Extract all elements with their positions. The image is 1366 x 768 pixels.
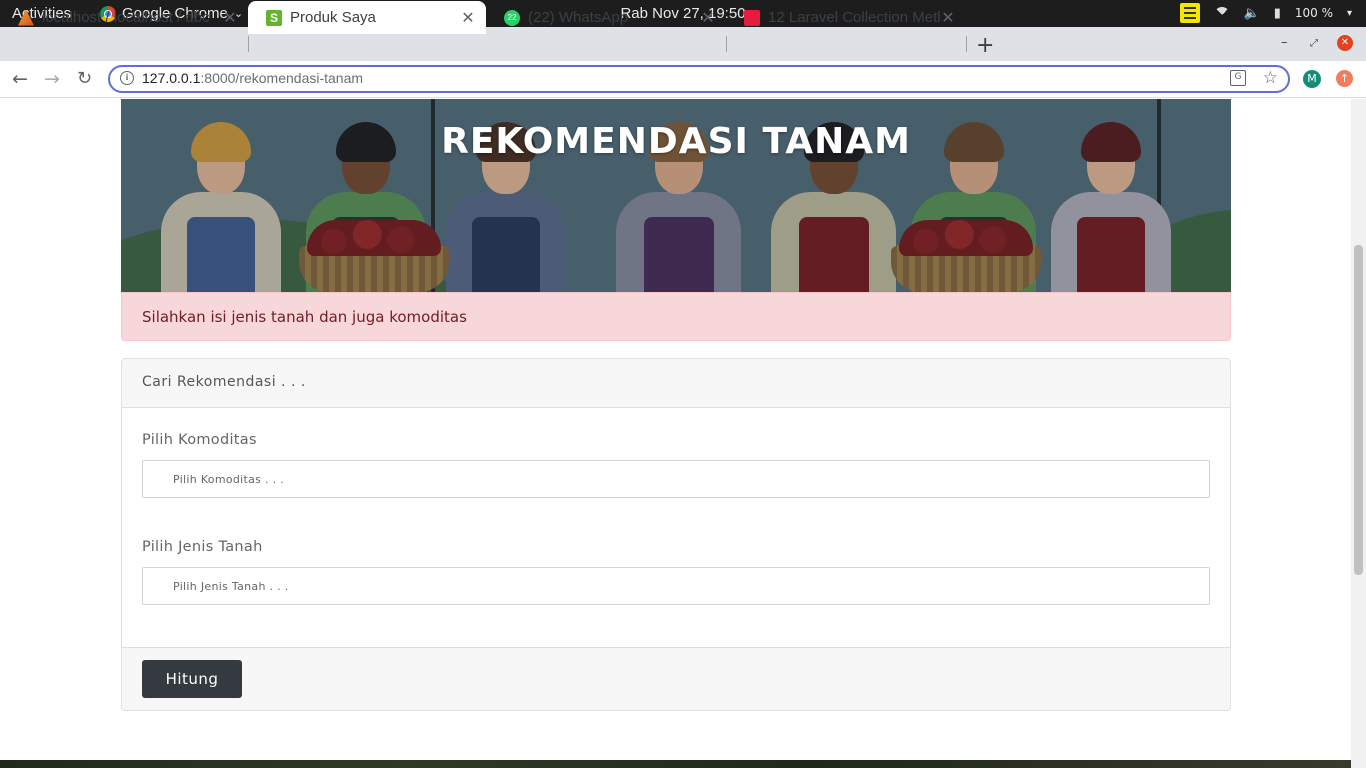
card-footer: Hitung: [122, 647, 1230, 710]
minimize-button[interactable]: –: [1281, 35, 1288, 50]
system-tray[interactable]: 🔈 ▮ 100 % ▾: [1179, 3, 1352, 23]
card-body: Pilih Komoditas Pilih Komoditas . . . Pi…: [122, 408, 1230, 648]
whatsapp-icon: 22: [504, 9, 520, 26]
farmers-banner-image: REKOMENDASI TANAM: [121, 99, 1231, 292]
card-header: Cari Rekomendasi . . .: [122, 359, 1230, 408]
tab-divider: [726, 36, 727, 52]
tab-divider: [248, 36, 249, 52]
page-container: REKOMENDASI TANAM Silahkan isi jenis tan…: [121, 99, 1231, 711]
address-bar[interactable]: i 127.0.0.1:8000/rekomendasi-tanam G ☆: [108, 65, 1290, 93]
bookmark-star-icon[interactable]: ☆: [1263, 68, 1278, 88]
new-tab-button[interactable]: +: [976, 33, 994, 58]
jenis-tanah-select[interactable]: Pilih Jenis Tanah . . .: [142, 567, 1210, 605]
tab-laravel[interactable]: 12 Laravel Collection Meth ✕: [726, 1, 966, 34]
url-path: :8000/rekomendasi-tanam: [200, 70, 364, 86]
s-logo-icon: S: [266, 9, 282, 26]
profile-avatar[interactable]: M: [1303, 70, 1321, 88]
close-icon[interactable]: ✕: [222, 8, 238, 28]
alert-message: Silahkan isi jenis tanah dan juga komodi…: [121, 292, 1231, 341]
close-icon[interactable]: ✕: [700, 8, 716, 28]
page-title: REKOMENDASI TANAM: [441, 121, 911, 162]
url-text[interactable]: 127.0.0.1:8000/rekomendasi-tanam: [142, 70, 363, 86]
tab-title: localhost / localhost / dbc: [42, 9, 210, 26]
battery-icon: ▮: [1273, 5, 1281, 21]
tab-produk-saya[interactable]: S Produk Saya ✕: [248, 1, 486, 34]
komoditas-label: Pilih Komoditas: [142, 432, 257, 448]
tab-title: (22) WhatsApp: [528, 9, 629, 26]
scrollbar-thumb[interactable]: [1354, 245, 1363, 575]
wifi-icon: [1213, 7, 1230, 19]
laravel-icon: [744, 9, 760, 26]
browser-toolbar: ← → ↻ i 127.0.0.1:8000/rekomendasi-tanam…: [0, 61, 1366, 98]
notes-icon[interactable]: [1179, 3, 1200, 23]
tab-whatsapp[interactable]: 22 (22) WhatsApp ✕: [486, 1, 726, 34]
translate-icon[interactable]: G: [1230, 70, 1246, 86]
close-icon[interactable]: ✕: [940, 8, 956, 28]
hitung-button[interactable]: Hitung: [142, 660, 242, 698]
phpmyadmin-icon: [18, 9, 34, 26]
jenis-tanah-label: Pilih Jenis Tanah: [142, 539, 263, 555]
komoditas-placeholder: Pilih Komoditas . . .: [173, 472, 284, 486]
page-viewport: REKOMENDASI TANAM Silahkan isi jenis tan…: [0, 99, 1351, 768]
recommendation-form-card: Cari Rekomendasi . . . Pilih Komoditas P…: [121, 358, 1231, 711]
info-icon[interactable]: i: [120, 71, 134, 85]
update-icon[interactable]: ↑: [1336, 70, 1353, 87]
jenis-tanah-placeholder: Pilih Jenis Tanah . . .: [173, 579, 289, 593]
tab-phpmyadmin[interactable]: localhost / localhost / dbc ✕: [0, 1, 248, 34]
page-scrollbar[interactable]: [1351, 99, 1366, 768]
window-close-button[interactable]: ✕: [1337, 35, 1353, 51]
url-host: 127.0.0.1: [142, 70, 201, 86]
footer-image-edge: [0, 760, 1351, 768]
forward-button[interactable]: →: [44, 68, 60, 90]
tab-title: Produk Saya: [290, 9, 376, 26]
reload-button[interactable]: ↻: [77, 68, 92, 90]
close-icon[interactable]: ✕: [460, 8, 476, 28]
back-button[interactable]: ←: [12, 68, 28, 90]
komoditas-select[interactable]: Pilih Komoditas . . .: [142, 460, 1210, 498]
volume-icon: 🔈: [1243, 5, 1260, 21]
chevron-down-icon: ▾: [1346, 7, 1352, 19]
tab-title: 12 Laravel Collection Meth: [768, 9, 940, 26]
maximize-button[interactable]: ⤢: [1310, 38, 1318, 49]
tab-divider: [966, 36, 967, 52]
battery-percent: 100 %: [1294, 6, 1333, 20]
